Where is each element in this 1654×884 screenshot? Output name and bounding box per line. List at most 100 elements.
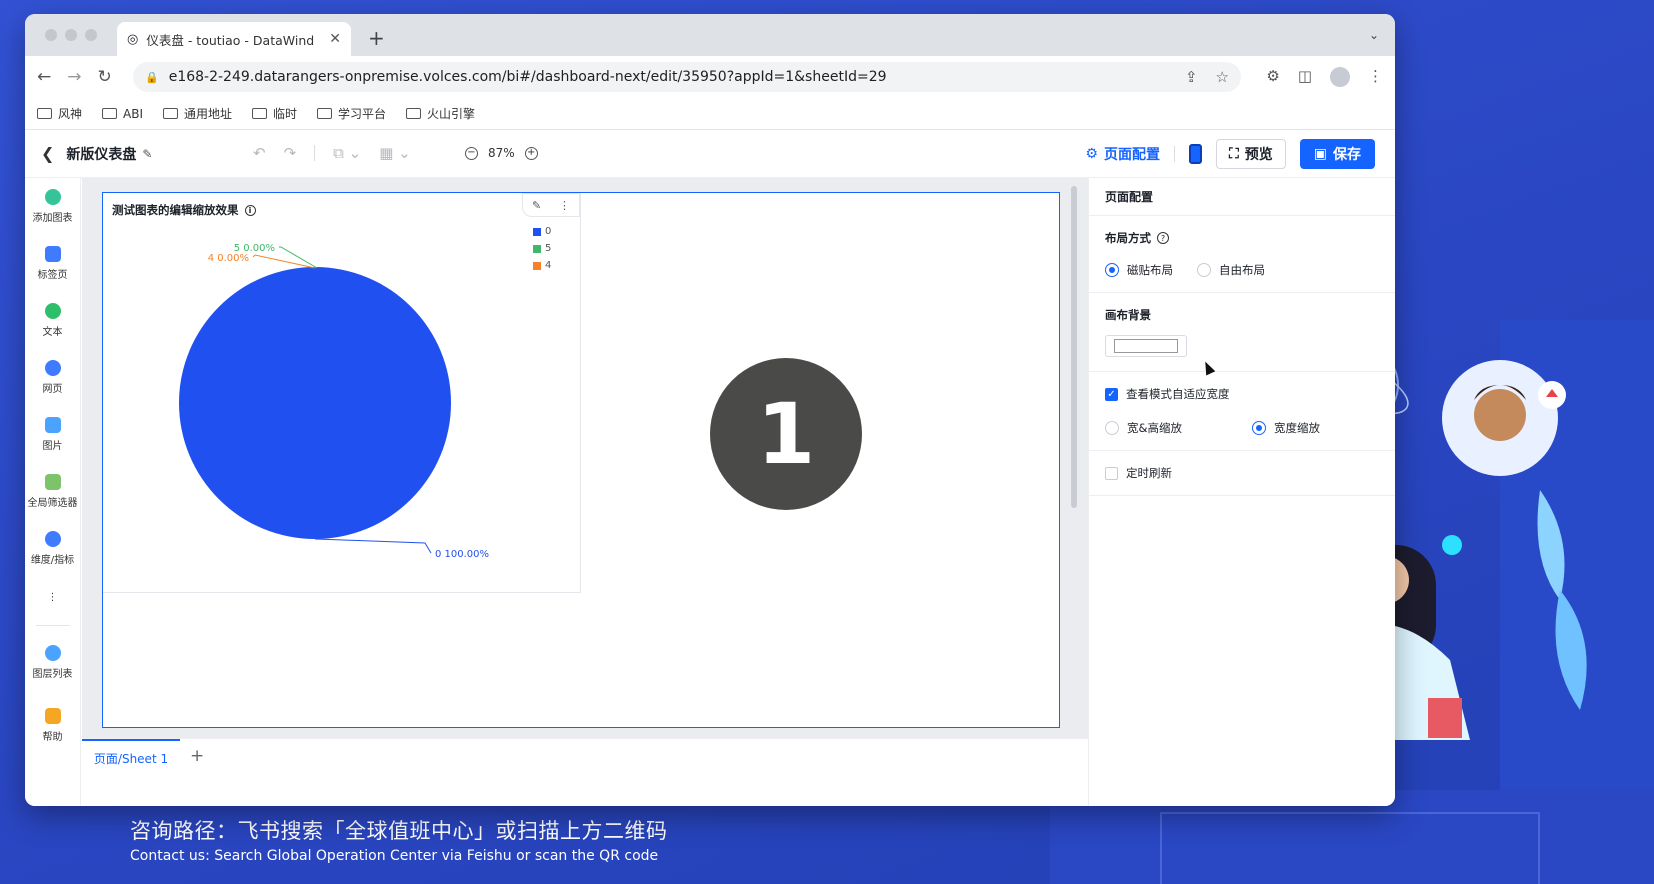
image-icon	[44, 417, 61, 433]
globe-icon: ◎	[127, 31, 139, 47]
copy-icon[interactable]: ⧉ ⌄	[333, 144, 361, 162]
layout-free-radio[interactable]: 自由布局	[1197, 262, 1265, 278]
gear-icon: ⚙	[1085, 146, 1098, 162]
layer-list-tool[interactable]: 图层列表	[25, 634, 80, 691]
folder-icon	[37, 108, 52, 119]
browser-tab[interactable]: ◎ 仪表盘 - toutiao - DataWind ✕	[117, 22, 351, 56]
legend-swatch	[533, 244, 541, 253]
maximize-dot[interactable]	[85, 29, 97, 41]
sidepanel-icon[interactable]: ◫	[1298, 67, 1312, 87]
close-tab-icon[interactable]: ✕	[329, 31, 341, 47]
forward-icon[interactable]: →	[67, 67, 81, 87]
bookmark-item[interactable]: 临时	[252, 105, 297, 122]
more-tools[interactable]: ⋮	[25, 577, 80, 617]
reload-icon[interactable]: ↻	[98, 67, 112, 87]
preview-button[interactable]: ⛶ 预览	[1215, 139, 1286, 169]
bg-color-picker[interactable]	[1105, 335, 1187, 357]
back-icon[interactable]: ←	[37, 67, 51, 87]
page-config-panel: 页面配置 布局方式? 磁贴布局 自由布局 画布背景 ✓ 查看模式自适应宽度 宽&高…	[1088, 178, 1395, 806]
lock-icon: 🔒	[145, 70, 159, 84]
tab-tool[interactable]: 标签页	[25, 235, 80, 292]
redo-icon[interactable]: ↷	[284, 144, 297, 162]
pie-leader-line	[314, 538, 432, 554]
bookmark-item[interactable]: 学习平台	[317, 105, 386, 122]
bg-label: 画布背景	[1105, 308, 1151, 322]
pie-chart: 0 100.00%5 0.00%4 0.00%	[179, 243, 489, 560]
refresh-section: 定时刷新	[1089, 451, 1395, 496]
radio-on	[1251, 421, 1266, 435]
more-icon[interactable]: ⋮	[1368, 67, 1383, 87]
image-tool[interactable]: 图片	[25, 406, 80, 463]
add-chart-tool[interactable]: 添加图表	[25, 178, 80, 235]
url-field[interactable]: 🔒 e168-2-249.datarangers-onpremise.volce…	[133, 62, 1241, 92]
share-icon[interactable]: ⇪	[1185, 68, 1198, 86]
adaptive-width-checkbox[interactable]: ✓ 查看模式自适应宽度	[1105, 386, 1379, 402]
legend-item[interactable]: 4	[533, 257, 551, 274]
zoom-in-icon[interactable]: +	[524, 146, 538, 160]
folder-icon	[163, 108, 178, 119]
layer-icon[interactable]: ▦ ⌄	[379, 144, 411, 162]
tab-title: 仪表盘 - toutiao - DataWind	[146, 32, 315, 48]
page-config-button[interactable]: ⚙ 页面配置	[1085, 144, 1160, 164]
global-filter-tool[interactable]: 全局筛选器	[25, 463, 80, 520]
bookmark-item[interactable]: 风神	[37, 105, 82, 122]
add-sheet-icon[interactable]: +	[190, 746, 204, 766]
address-bar-row: ← → ↻ 🔒 e168-2-249.datarangers-onpremise…	[25, 56, 1395, 98]
color-swatch	[1114, 339, 1178, 353]
back-arrow-icon[interactable]: ❮	[41, 144, 54, 163]
mobile-view-icon[interactable]	[1188, 144, 1202, 164]
bookmark-item[interactable]: 火山引擎	[406, 105, 475, 122]
chart-icon	[44, 189, 61, 205]
dimension-metric-tool[interactable]: 维度/指标	[25, 520, 80, 577]
url-text: e168-2-249.datarangers-onpremise.volces.…	[168, 69, 887, 85]
extensions-icon[interactable]: ⚙	[1266, 67, 1279, 87]
zoom-out-icon[interactable]: −	[465, 146, 478, 160]
pie-slice-0[interactable]	[179, 267, 451, 539]
save-button[interactable]: ▣ 保存	[1299, 139, 1375, 169]
pie-leader-line	[279, 246, 318, 269]
background-section: 画布背景	[1089, 293, 1395, 372]
toolbar-divider	[314, 145, 316, 161]
chart-card[interactable]: 测试图表的编辑缩放效果 i ✎ ⋮ 0 100.00% 5 0.00% 4 0.00%…	[103, 193, 581, 593]
header-divider	[1173, 146, 1175, 162]
webpage-tool[interactable]: 网页	[25, 349, 80, 406]
folder-icon	[406, 108, 422, 119]
folder-icon	[102, 108, 118, 119]
zoom-level: 87%	[488, 146, 515, 160]
radio-off	[1105, 421, 1119, 435]
panel-title: 页面配置	[1089, 178, 1395, 216]
chart-legend: 0 5 4	[533, 223, 551, 274]
browser-window: ◎ 仪表盘 - toutiao - DataWind ✕ + ⌄ ← → ↻ 🔒…	[25, 14, 1395, 806]
bookmark-item[interactable]: 通用地址	[163, 105, 232, 122]
text-tool[interactable]: 文本	[25, 292, 80, 349]
profile-avatar[interactable]	[1330, 67, 1350, 87]
legend-item[interactable]: 5	[533, 240, 551, 257]
bookmark-item[interactable]: ABI	[102, 107, 143, 121]
help-circle-icon[interactable]: ?	[1157, 232, 1169, 244]
help-tool[interactable]: 帮助	[25, 697, 80, 754]
pie-data-label: 0 100.00%	[435, 549, 489, 560]
check-icon: ✓	[1105, 387, 1118, 401]
edit-icon[interactable]: ✎	[532, 199, 541, 212]
minimize-dot[interactable]	[65, 29, 77, 41]
timed-refresh-checkbox[interactable]: 定时刷新	[1105, 465, 1379, 481]
help-icon	[44, 708, 61, 724]
scale-width-radio[interactable]: 宽度缩放	[1251, 420, 1320, 436]
radio-off	[1197, 263, 1211, 277]
sheet-tab[interactable]: 页面/Sheet 1	[82, 739, 180, 775]
step-number-badge: 1	[710, 358, 862, 510]
canvas-scrollbar[interactable]	[1071, 186, 1077, 508]
undo-icon[interactable]: ↶	[253, 144, 266, 162]
chevron-down-icon[interactable]: ⌄	[1369, 28, 1379, 42]
bookmarks-bar: 风神 ABI 通用地址 临时 学习平台 火山引擎	[25, 98, 1395, 130]
legend-item[interactable]: 0	[533, 223, 551, 240]
new-tab-icon[interactable]: +	[368, 26, 385, 50]
edit-title-icon[interactable]: ✎	[142, 147, 152, 161]
scale-both-radio[interactable]: 宽&高缩放	[1105, 420, 1182, 436]
star-icon[interactable]: ☆	[1216, 68, 1229, 86]
folder-icon	[317, 108, 333, 119]
dashboard-sheet[interactable]: 测试图表的编辑缩放效果 i ✎ ⋮ 0 100.00% 5 0.00% 4 0.00%…	[102, 192, 1060, 728]
layout-tile-radio[interactable]: 磁贴布局	[1105, 262, 1173, 278]
close-dot[interactable]	[45, 29, 57, 41]
more-icon[interactable]: ⋮	[559, 199, 570, 212]
